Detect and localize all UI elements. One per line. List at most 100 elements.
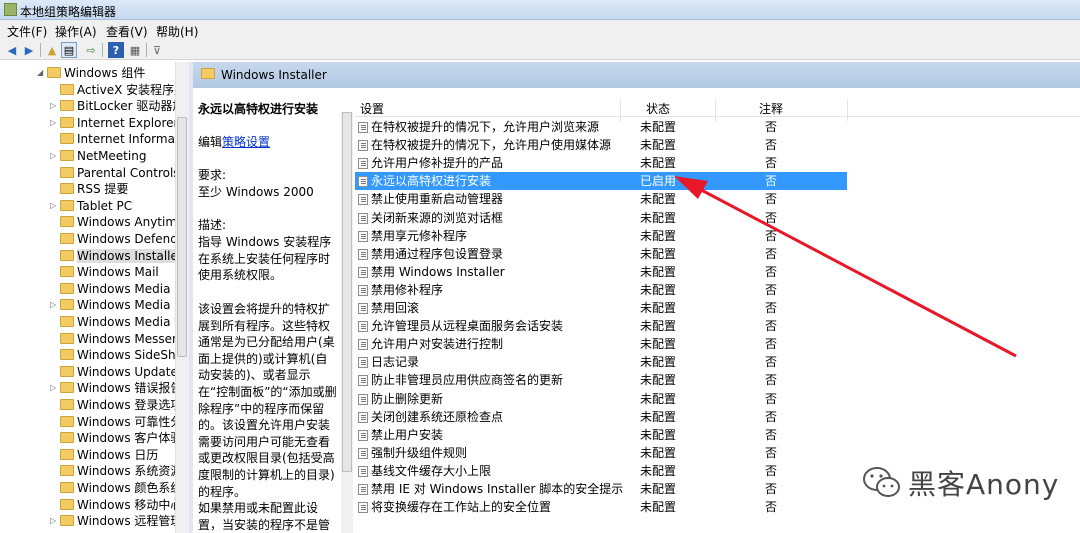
tree-item[interactable]: Windows Update (50, 364, 178, 380)
setting-row[interactable]: 禁用通过程序包设置登录 未配置 否 (355, 245, 1080, 263)
tree-item[interactable]: ▷ Windows 远程管理 (50, 513, 182, 529)
tree-item[interactable]: Windows Anytime (50, 214, 184, 230)
setting-row[interactable]: 禁用回滚 未配置 否 (355, 299, 1080, 317)
setting-row[interactable]: 在特权被提升的情况下，允许用户浏览来源 未配置 否 (355, 118, 1080, 136)
setting-name: 在特权被提升的情况下，允许用户使用媒体源 (371, 138, 612, 153)
expand-icon[interactable]: ▷ (50, 513, 60, 529)
expand-icon[interactable]: ▷ (50, 297, 60, 313)
tree-item[interactable]: Windows 颜色系统 (50, 480, 182, 496)
setting-row[interactable]: 关闭创建系统还原检查点 未配置 否 (355, 408, 1080, 426)
setting-row[interactable]: 禁用修补程序 未配置 否 (355, 281, 1080, 299)
setting-row[interactable]: 防止非管理员应用供应商签名的更新 未配置 否 (355, 371, 1080, 389)
tree-item[interactable]: Windows Defende (50, 231, 185, 247)
watermark: 黑客Anony (862, 463, 1059, 503)
policy-setting-icon (358, 465, 368, 477)
expand-icon[interactable]: ◢ (37, 65, 47, 81)
menu-file[interactable]: 文件(F) (7, 23, 47, 40)
show-hide-tree-icon[interactable]: ▤ (61, 42, 77, 58)
tree-item-label: BitLocker 驱动器加 (77, 99, 185, 114)
column-comment[interactable]: 注释 (759, 100, 783, 117)
setting-row[interactable]: 禁用 Windows Installer 未配置 否 (355, 263, 1080, 281)
tree-item[interactable]: Windows 移动中心 (50, 497, 182, 513)
tree-item[interactable]: ◢ Windows 组件 (37, 65, 145, 81)
tree-item[interactable]: ▷ NetMeeting (50, 148, 146, 164)
folder-icon (60, 199, 74, 211)
setting-row[interactable]: 允许用户修补提升的产品 未配置 否 (355, 154, 1080, 172)
tree-item[interactable]: Internet Informati (50, 131, 183, 147)
tree-item[interactable]: Windows 日历 (50, 447, 158, 463)
tree-item[interactable]: ▷ Tablet PC (50, 198, 132, 214)
forward-icon[interactable]: ▶ (21, 42, 37, 58)
tree-item[interactable]: ActiveX 安装程序服 (50, 82, 186, 98)
menu-view[interactable]: 查看(V) (106, 23, 148, 40)
expand-icon[interactable]: ▷ (50, 380, 60, 396)
expand-icon[interactable]: ▷ (50, 148, 60, 164)
tree-item[interactable]: Windows Media 数 (50, 314, 186, 330)
setting-name: 允许用户修补提升的产品 (371, 156, 504, 171)
tree-item-label: Windows 日历 (77, 447, 159, 462)
setting-row[interactable]: 关闭新来源的浏览对话框 未配置 否 (355, 209, 1080, 227)
tree-item-label: Windows Media 数 (77, 315, 187, 329)
tree-item-label: Windows 组件 (64, 66, 146, 80)
setting-name: 禁止用户安装 (371, 427, 444, 442)
setting-comment: 否 (765, 463, 778, 478)
setting-row[interactable]: 禁止使用重新启动管理器 未配置 否 (355, 190, 1080, 208)
setting-row[interactable]: 允许用户对安装进行控制 未配置 否 (355, 335, 1080, 353)
setting-row[interactable]: 禁止用户安装 未配置 否 (355, 426, 1080, 444)
setting-row[interactable]: 强制升级组件规则 未配置 否 (355, 444, 1080, 462)
setting-row[interactable]: 防止删除更新 未配置 否 (355, 390, 1080, 408)
column-state[interactable]: 状态 (646, 100, 670, 117)
tree-item[interactable]: ▷ Internet Explorer (50, 115, 178, 131)
tree-item-label: Windows 颜色系统 (77, 481, 183, 495)
folder-up-icon[interactable]: ▲ (44, 42, 60, 58)
column-setting[interactable]: 设置 (360, 100, 384, 117)
properties-icon[interactable]: ▦ (127, 42, 143, 58)
policy-setting-icon (358, 375, 368, 387)
help-icon[interactable]: ? (108, 42, 124, 58)
description-scrollbar-thumb[interactable] (342, 112, 352, 472)
policy-setting-icon (358, 122, 368, 133)
folder-icon (60, 133, 74, 145)
tree-item[interactable]: Windows Media C (50, 281, 183, 297)
tree-item[interactable]: Windows 客户体验 (50, 430, 182, 446)
setting-row[interactable]: 日志记录 未配置 否 (355, 353, 1080, 371)
tree-item-label: Windows Media C (77, 281, 183, 296)
tree-item[interactable]: RSS 提要 (50, 181, 128, 197)
tree-item[interactable]: ▷ BitLocker 驱动器加 (50, 98, 184, 114)
tree-item[interactable]: Windows SideSho (50, 347, 183, 363)
setting-row[interactable]: 永远以高特权进行安装 已启用 否 (355, 172, 847, 191)
toolbar: ◀ ▶ ▲ ▤ ⇨ ? ▦ ⊽ (0, 40, 1080, 60)
tree-item[interactable]: Windows 登录选项 (50, 397, 182, 413)
expand-icon[interactable]: ▷ (50, 115, 60, 131)
expand-icon[interactable]: ▷ (50, 198, 60, 214)
tree-item-label: Windows Defende (77, 232, 186, 246)
folder-icon (60, 266, 74, 278)
expand-icon[interactable]: ▷ (50, 98, 60, 114)
setting-state: 未配置 (640, 192, 677, 207)
policy-setting-icon (358, 447, 368, 459)
setting-row[interactable]: 允许管理员从远程桌面服务会话安装 未配置 否 (355, 317, 1080, 335)
tree-item[interactable]: Windows Installer (50, 248, 183, 264)
folder-icon (60, 216, 74, 228)
filter-icon[interactable]: ⊽ (149, 42, 165, 58)
edit-policy-link[interactable]: 策略设置 (222, 135, 270, 149)
tree-scrollbar-thumb[interactable] (177, 117, 187, 357)
menu-action[interactable]: 操作(A) (55, 23, 97, 40)
export-icon[interactable]: ⇨ (83, 42, 99, 58)
policy-setting-icon (358, 266, 368, 278)
tree-item[interactable]: Windows Mail (50, 264, 159, 280)
setting-state: 未配置 (640, 409, 677, 424)
tree-item-label: Parental Controls (77, 165, 180, 180)
tree-item[interactable]: Parental Controls (50, 165, 180, 181)
setting-row[interactable]: 在特权被提升的情况下，允许用户使用媒体源 未配置 否 (355, 136, 1080, 154)
tree-item[interactable]: ▷ Windows Media P (50, 297, 181, 313)
menu-help[interactable]: 帮助(H) (156, 23, 198, 40)
back-icon[interactable]: ◀ (4, 42, 20, 58)
tree-item[interactable]: ▷ Windows 错误报告 (50, 380, 182, 396)
tree-item[interactable]: Windows 系统资源 (50, 463, 182, 479)
setting-row[interactable]: 禁用享元修补程序 未配置 否 (355, 227, 1080, 245)
setting-comment: 否 (765, 427, 778, 442)
tree-item[interactable]: Windows Messen (50, 331, 180, 347)
tree-item[interactable]: Windows 可靠性分 (50, 414, 182, 430)
folder-icon (60, 415, 74, 427)
